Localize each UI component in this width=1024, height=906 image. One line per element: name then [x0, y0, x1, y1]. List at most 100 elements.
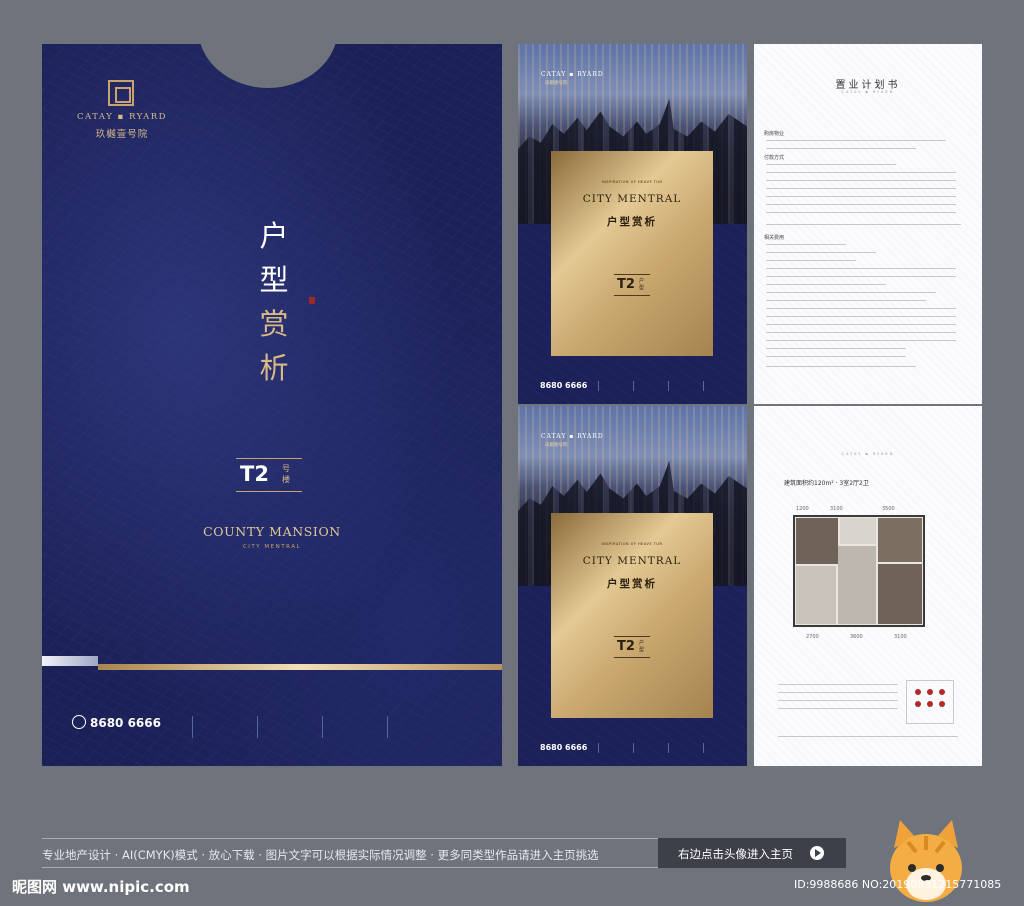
dim-bottom-3: 3100: [894, 634, 907, 640]
form-line: [766, 212, 956, 213]
card-brand-cn: 玖樾壹号院: [545, 81, 568, 86]
cat-avatar-icon[interactable]: [886, 818, 966, 906]
floor-notes: [778, 684, 898, 716]
section-property: 购房物业: [764, 131, 785, 137]
floor-area-label: 建筑面积约120m² · 3室2厅2卫: [784, 480, 869, 487]
vertical-title: 户 型: [256, 214, 292, 302]
cta-label: 右边点击头像进入主页: [678, 847, 793, 861]
form-line: [766, 180, 956, 181]
form-line: [766, 332, 956, 333]
card-t2-small: 户型: [639, 278, 645, 291]
legend-dot: [927, 701, 933, 707]
purchase-plan-page: 置业计划书 CATAY ▪ RYARD 购房物业 付款方式 相关费用: [754, 44, 982, 404]
note-line: [778, 700, 898, 701]
legend-dot: [939, 701, 945, 707]
form-line: [766, 252, 876, 253]
form-line: [766, 260, 856, 261]
card-city-mentral: CITY MENTRAL: [582, 193, 682, 205]
form-line: [766, 356, 906, 357]
form-line: [766, 300, 926, 301]
vertical-title-gold: 赏 析: [256, 302, 292, 390]
bedroom-3: [878, 564, 922, 624]
form-line: [766, 140, 946, 141]
dim-top-2: 3100: [830, 506, 843, 512]
bath-room: [840, 518, 876, 544]
card-phone: 8680 6666: [540, 743, 588, 752]
form-line: [766, 244, 846, 245]
form-line: [766, 188, 956, 189]
card-title-cn: 户型赏析: [607, 216, 657, 228]
form-line: [766, 148, 916, 149]
card-brand-en: CATAY ▪ RYARD: [541, 433, 604, 440]
card-info-col: [668, 743, 698, 753]
floor-plan-page: CATAY ▪ RYARD 建筑面积约120m² · 3室2厅2卫 1200 3…: [754, 406, 982, 766]
card-info-col: [598, 743, 628, 753]
play-arrow-icon: [810, 846, 824, 860]
info-column: [192, 716, 250, 738]
card-t2-label: T2: [617, 639, 635, 654]
description-strip: 专业地产设计 · AI(CMYK)模式 · 放心下载 · 图片文字可以根据实际情…: [42, 838, 658, 868]
legend-dot: [927, 689, 933, 695]
floor-plan-diagram: 1200 3100 3500 2700 3600 3100: [793, 506, 925, 640]
compass-legend: [906, 680, 954, 724]
form-line: [766, 224, 961, 225]
description-text: 专业地产设计 · AI(CMYK)模式 · 放心下载 · 图片文字可以根据实际情…: [42, 848, 599, 862]
form-line: [766, 204, 956, 205]
master-bedroom: [796, 518, 838, 564]
note-line: [778, 692, 898, 693]
form-line: [766, 316, 956, 317]
title-char: 型: [259, 263, 289, 297]
living-room: [838, 546, 876, 624]
folder-cover: CATAY ▪ RYARD 玖樾壹号院 户 型 赏 析 T2 号楼 COUNTY…: [42, 44, 502, 766]
folder-notch: [198, 44, 338, 88]
note-line: [778, 684, 898, 685]
form-line: [766, 348, 906, 349]
enter-homepage-button[interactable]: 右边点击头像进入主页: [658, 838, 846, 868]
title-char: 析: [259, 351, 289, 385]
brand-name-en: CATAY ▪ RYARD: [77, 112, 167, 122]
inspiration-text: INSPIRATION OF HEAVE TUR: [601, 542, 663, 546]
note-line: [778, 708, 898, 709]
form-line: [766, 308, 956, 309]
dim-top-1: 1200: [796, 506, 809, 512]
info-column: [257, 716, 315, 738]
brochure-cover-bottom: CATAY ▪ RYARD 玖樾壹号院 INSPIRATION OF HEAVE…: [518, 406, 747, 766]
red-seal-icon: [309, 297, 315, 304]
form-line: [766, 324, 956, 325]
dim-bottom-2: 3600: [850, 634, 863, 640]
t2-building-label: 号楼: [282, 464, 290, 484]
brand-name-cn: 玖樾壹号院: [95, 129, 149, 140]
inspiration-text: INSPIRATION OF HEAVE TUR: [601, 180, 663, 184]
county-mansion-title: COUNTY MANSION: [203, 524, 341, 539]
card-t2-badge: T2 户型: [614, 636, 650, 658]
info-column: [322, 716, 380, 738]
t2-badge: T2 号楼: [236, 458, 302, 492]
silver-bar: [42, 656, 98, 666]
info-column: [387, 716, 445, 738]
card-title-cn: 户型赏析: [607, 578, 657, 590]
title-char: 赏: [259, 307, 289, 341]
section-fees: 相关费用: [764, 235, 785, 241]
footer-line: [778, 736, 958, 737]
bedroom-2: [878, 518, 922, 562]
phone-number: 8680 6666: [90, 716, 161, 730]
card-city-mentral: CITY MENTRAL: [582, 555, 682, 567]
gold-bar: [98, 664, 502, 670]
card-phone: 8680 6666: [540, 381, 588, 390]
phone-icon: [72, 715, 86, 729]
floor-subtitle: CATAY ▪ RYARD: [841, 452, 895, 456]
plan-subtitle: CATAY ▪ RYARD: [841, 90, 895, 94]
brand-logo-icon: [108, 80, 134, 106]
image-id: ID:9988686 NO:20190831215771085: [794, 878, 1002, 891]
card-info-col: [598, 381, 628, 391]
legend-dot: [939, 689, 945, 695]
form-line: [766, 196, 956, 197]
card-info-col: [633, 381, 663, 391]
dim-bottom-1: 2700: [806, 634, 819, 640]
card-info-col: [668, 381, 698, 391]
form-line: [766, 172, 956, 173]
kitchen: [796, 566, 836, 624]
city-mentral-subtitle: CITY MENTRAL: [242, 544, 302, 550]
form-line: [766, 340, 956, 341]
form-line: [766, 292, 936, 293]
